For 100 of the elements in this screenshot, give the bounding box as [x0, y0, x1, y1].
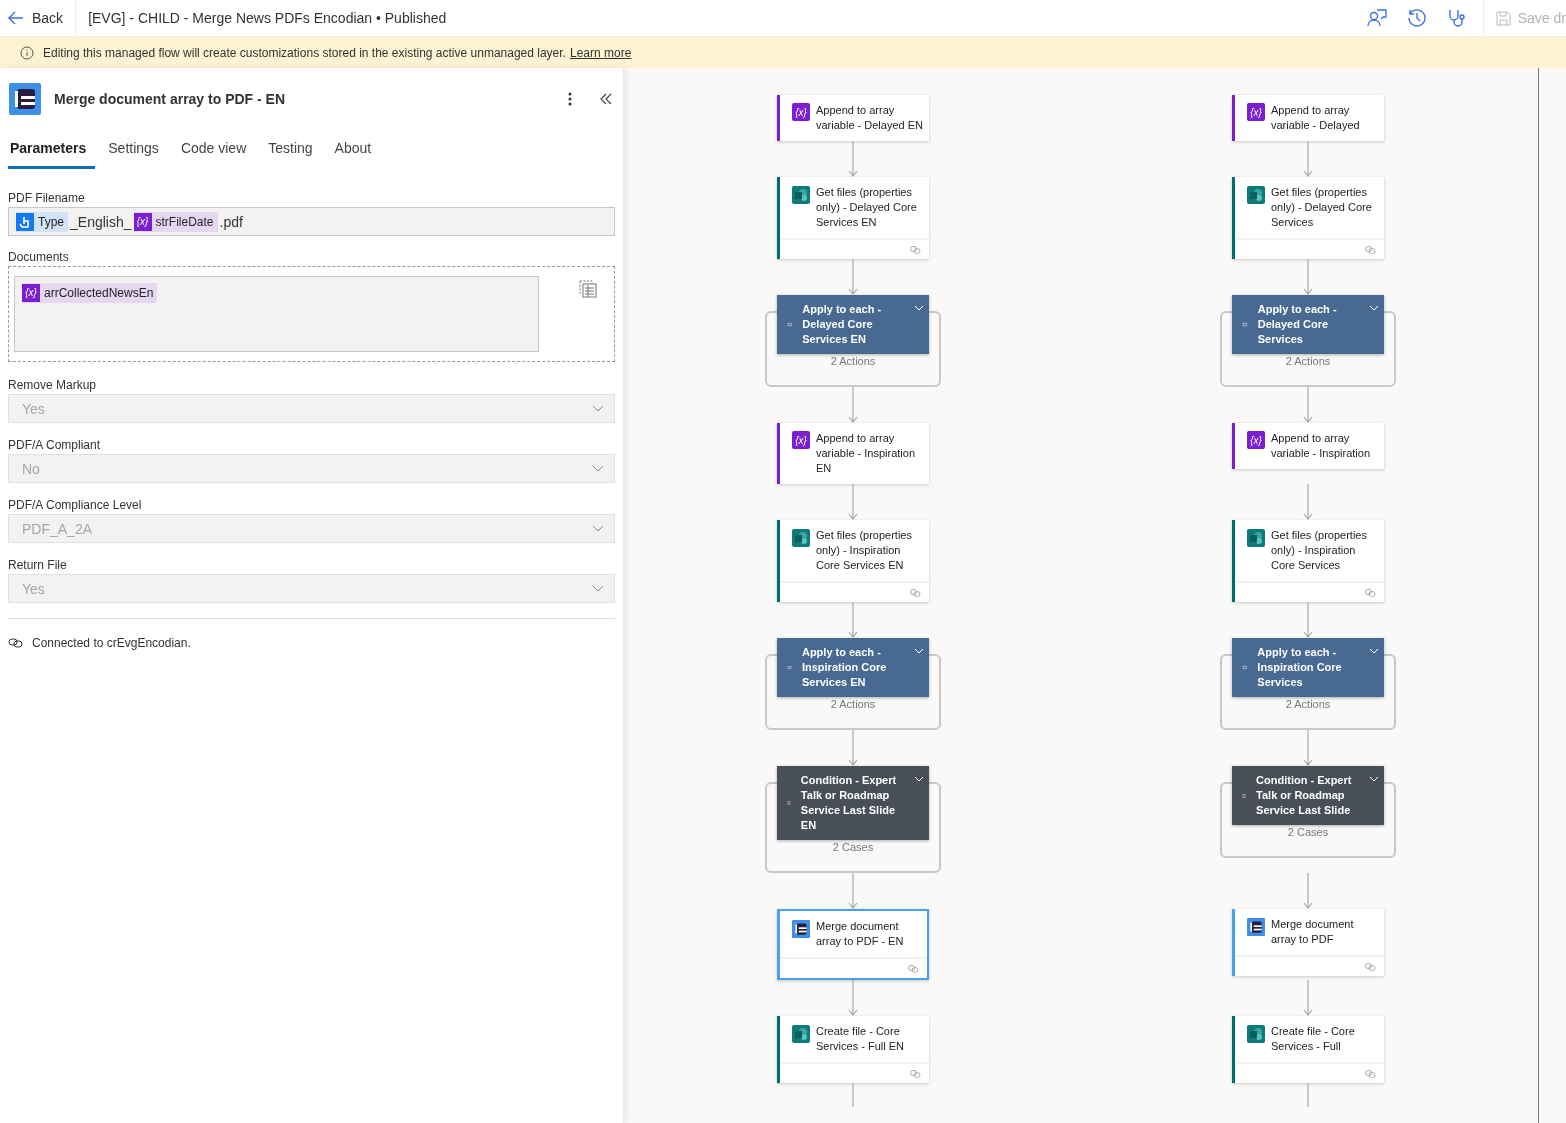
- learn-more-link[interactable]: Learn more: [569, 45, 632, 60]
- filename-field[interactable]: Type _English_ {x} strFileDate .pdf: [8, 207, 615, 236]
- field-label: PDF Filename: [8, 191, 86, 205]
- field-label: Remove Markup: [8, 378, 98, 392]
- connector-arrow: [1303, 730, 1313, 766]
- action-card[interactable]: Get files (properties only) - Delayed Core Services: [1232, 177, 1384, 259]
- action-card[interactable]: Create file - Core Services - Full: [1232, 1016, 1384, 1083]
- touch-icon: [16, 212, 34, 231]
- scope-header[interactable]: Apply to each - Delayed Core Services: [1232, 295, 1384, 354]
- chevron-down-icon[interactable]: [1369, 648, 1379, 654]
- panel-tab[interactable]: About: [325, 134, 381, 169]
- action-card[interactable]: Get files (properties only) - Inspiration Core Services: [1232, 520, 1384, 602]
- back-arrow-icon: [8, 11, 24, 25]
- action-card[interactable]: Merge document array to PDF: [1232, 909, 1384, 976]
- action-card[interactable]: {x} Append to array variable - Inspiration: [1232, 423, 1384, 469]
- scope-header[interactable]: Apply to each - Inspiration Core Services: [1232, 638, 1384, 697]
- scope-header[interactable]: Condition - Expert Talk or Roadmap Service Last Slide EN: [777, 766, 929, 840]
- panel-tab[interactable]: Parameters: [8, 134, 96, 169]
- sharepoint-icon: [792, 529, 810, 547]
- link-icon: [1365, 1069, 1376, 1078]
- save-icon: [1495, 10, 1511, 26]
- scope-summary: 2 Cases: [832, 841, 874, 853]
- array-toggle-icon[interactable]: [579, 280, 597, 298]
- connector-arrow: [1303, 141, 1313, 177]
- panel-tab[interactable]: Settings: [99, 134, 168, 169]
- person-comment-icon[interactable]: [1366, 8, 1387, 28]
- panel-tab[interactable]: Code view: [171, 134, 256, 169]
- action-card[interactable]: {x} Append to array variable - Inspiration EN: [777, 423, 929, 484]
- link-icon: [908, 964, 919, 973]
- history-icon[interactable]: [1406, 8, 1427, 28]
- connector-arrow: [848, 141, 858, 177]
- connection-text: Connected to crEvgEncodian.: [32, 636, 191, 650]
- connector-arrow: [1303, 484, 1313, 520]
- scope-header[interactable]: Apply to each - Delayed Core Services EN: [777, 295, 929, 354]
- action-card[interactable]: {x} Append to array variable - Delayed EN: [777, 95, 929, 141]
- scope-summary: 2 Actions: [830, 355, 876, 367]
- link-icon: [1365, 245, 1376, 254]
- action-title: Merge document array to PDF - EN: [54, 91, 286, 107]
- sharepoint-icon: [1247, 1025, 1265, 1043]
- dynamic-content-token[interactable]: Type: [16, 211, 68, 232]
- link-icon: [8, 637, 23, 649]
- scope-summary: 2 Actions: [830, 698, 876, 710]
- connector-arrow: [848, 602, 858, 638]
- loop-icon: [1242, 320, 1248, 329]
- action-card[interactable]: {x} Append to array variable - Delayed: [1232, 95, 1384, 141]
- collapse-icon[interactable]: [599, 93, 613, 105]
- link-icon: [1365, 962, 1376, 971]
- flow-title: [EVG] - CHILD - Merge News PDFs Encodian • Published: [87, 10, 447, 26]
- connector-arrow: [848, 873, 858, 909]
- chevron-down-icon: [592, 585, 604, 592]
- scope-header[interactable]: Apply to each - Inspiration Core Services EN: [777, 638, 929, 697]
- loop-icon: [1242, 663, 1248, 672]
- variable-icon: {x}: [1247, 431, 1265, 449]
- documents-field[interactable]: {x} arrCollectedNewsEn: [14, 276, 539, 352]
- stethoscope-icon[interactable]: [1446, 8, 1467, 28]
- connector-arrow: [848, 387, 858, 423]
- connector-arrow: [848, 259, 858, 295]
- chevron-down-icon[interactable]: [914, 776, 924, 782]
- condition-icon: [787, 798, 791, 808]
- sharepoint-icon: [1247, 186, 1265, 204]
- chevron-down-icon[interactable]: [1369, 776, 1379, 782]
- chevron-down-icon[interactable]: [914, 648, 924, 654]
- sharepoint-icon: [1247, 529, 1265, 547]
- chevron-down-icon[interactable]: [1369, 305, 1379, 311]
- variable-icon: {x}: [1247, 103, 1265, 121]
- filename-text: _English_: [68, 213, 133, 230]
- scope-summary: 2 Cases: [1287, 826, 1329, 838]
- connector-arrow: [1303, 980, 1313, 1016]
- scope-summary: 2 Actions: [1285, 698, 1331, 710]
- field-label: Documents: [8, 250, 70, 264]
- sharepoint-icon: [792, 1025, 810, 1043]
- encodian-logo-icon: [792, 920, 810, 938]
- variable-token[interactable]: {x} strFileDate: [133, 211, 218, 232]
- link-icon: [1365, 588, 1376, 597]
- field-label: PDF/A Compliant: [8, 438, 102, 452]
- loop-icon: [787, 663, 792, 672]
- panel-tab[interactable]: Testing: [259, 134, 322, 169]
- link-icon: [910, 588, 921, 597]
- filename-text: .pdf: [218, 213, 244, 230]
- chevron-down-icon[interactable]: [914, 305, 924, 311]
- variable-icon: {x}: [792, 103, 810, 121]
- variable-icon: {x}: [792, 431, 810, 449]
- link-icon: [910, 245, 921, 254]
- scope-summary: 2 Actions: [1285, 355, 1331, 367]
- more-options-icon[interactable]: [567, 91, 573, 107]
- scope-header[interactable]: Condition - Expert Talk or Roadmap Service Last Slide: [1232, 766, 1384, 825]
- banner-text: Editing this managed flow will create customizations stored in the existing active unmanaged layer.: [43, 45, 566, 60]
- action-card[interactable]: Merge document array to PDF - EN: [777, 909, 929, 980]
- action-card[interactable]: Get files (properties only) - Delayed Core Services EN: [777, 177, 929, 259]
- chevron-down-icon: [592, 465, 604, 472]
- action-card[interactable]: Get files (properties only) - Inspiration Core Services EN: [777, 520, 929, 602]
- loop-icon: [787, 320, 793, 329]
- connector-arrow: [848, 730, 858, 766]
- action-card[interactable]: Create file - Core Services - Full EN: [777, 1016, 929, 1083]
- variable-token[interactable]: {x} arrCollectedNewsEn: [22, 282, 158, 303]
- connector-arrow: [848, 980, 858, 1016]
- connector-arrow: [848, 484, 858, 520]
- back-button[interactable]: Back: [0, 0, 77, 36]
- connector-arrow: [1303, 259, 1313, 295]
- chevron-down-icon: [592, 525, 604, 532]
